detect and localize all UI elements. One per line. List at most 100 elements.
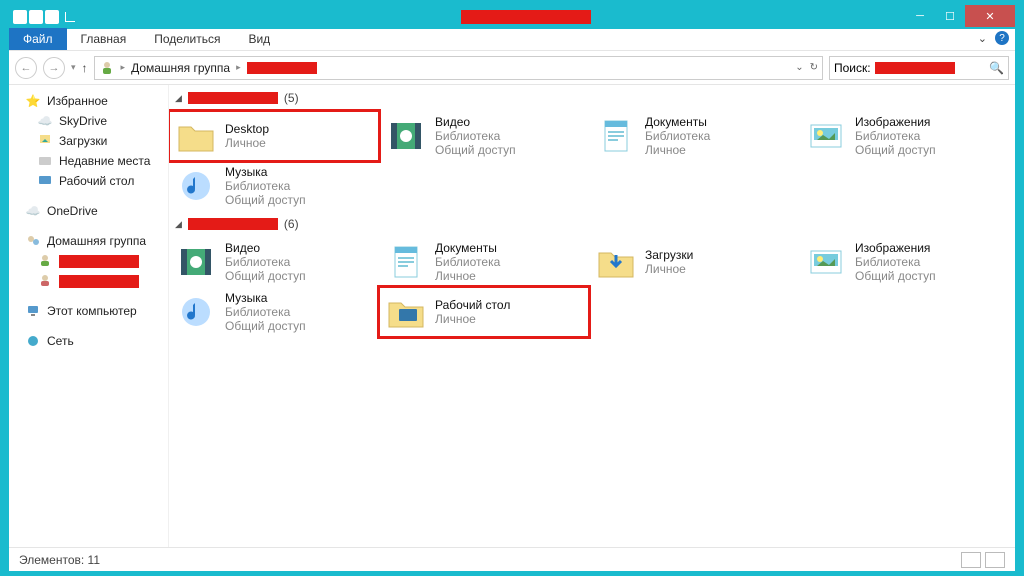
titlebar[interactable]: ─ ☐ ✕: [9, 5, 1015, 29]
doc-icon: [385, 241, 427, 283]
sidebar-label: OneDrive: [47, 204, 98, 218]
folder-item[interactable]: ВидеоБиблиотекаОбщий доступ: [379, 111, 589, 161]
item-name: Изображения: [855, 115, 936, 129]
group-header[interactable]: ◢(6): [169, 215, 1015, 233]
sidebar-favorites[interactable]: ⭐Избранное: [9, 91, 168, 111]
folder-item[interactable]: ЗагрузкиЛичное: [589, 237, 799, 287]
item-sub: Библиотека: [225, 305, 306, 319]
item-name: Изображения: [855, 241, 936, 255]
folder-item[interactable]: ВидеоБиблиотекаОбщий доступ: [169, 237, 379, 287]
folder-item[interactable]: ИзображенияБиблиотекаОбщий доступ: [799, 237, 1009, 287]
search-label: Поиск:: [834, 61, 871, 75]
item-sub: Общий доступ: [855, 269, 936, 283]
sidebar-label: Сеть: [47, 334, 74, 348]
item-sub: Библиотека: [435, 255, 500, 269]
sidebar-onedrive[interactable]: ☁️ OneDrive: [9, 201, 168, 221]
ribbon-tab[interactable]: Вид: [234, 28, 284, 50]
nav-bar: ← → ▾ ↑ ▸ Домашняя группа ▸ ⌄ ↻ Поиск: 🔍: [9, 51, 1015, 85]
search-icon[interactable]: 🔍: [989, 61, 1004, 75]
folder-item[interactable]: ДокументыБиблиотекаЛичное: [379, 237, 589, 287]
folder-item[interactable]: МузыкаБиблиотекаОбщий доступ: [169, 287, 379, 337]
collapse-icon[interactable]: ◢: [175, 93, 182, 104]
up-button[interactable]: ↑: [82, 61, 88, 75]
item-name: Документы: [435, 241, 500, 255]
sidebar-user-redacted[interactable]: [9, 271, 168, 291]
close-button[interactable]: ✕: [965, 5, 1015, 27]
folder-item[interactable]: ДокументыБиблиотекаЛичное: [589, 111, 799, 161]
item-name: Загрузки: [645, 248, 693, 262]
window-controls: ─ ☐ ✕: [905, 5, 1015, 27]
item-name: Desktop: [225, 122, 269, 136]
forward-button[interactable]: →: [43, 57, 65, 79]
sidebar-homegroup[interactable]: Домашняя группа: [9, 231, 168, 251]
item-sub: Личное: [645, 143, 710, 157]
item-sub: Библиотека: [435, 129, 516, 143]
recent-dropdown-icon[interactable]: ▾: [71, 62, 76, 73]
desk-icon: [385, 291, 427, 333]
group-header[interactable]: ◢ (5): [169, 89, 1015, 107]
qat: [9, 10, 75, 24]
chevron-right-icon[interactable]: ▸: [236, 62, 241, 73]
qat-icon[interactable]: [45, 10, 59, 24]
breadcrumb-redacted[interactable]: [247, 62, 317, 74]
chevron-right-icon[interactable]: ▸: [121, 62, 126, 73]
sidebar-label: Избранное: [47, 94, 108, 108]
sidebar-thispc[interactable]: Этот компьютер: [9, 301, 168, 321]
search-box[interactable]: Поиск: 🔍: [829, 56, 1009, 80]
cloud-icon: ☁️: [25, 203, 41, 219]
address-dropdown-icon[interactable]: ⌄: [795, 62, 803, 73]
view-icons-button[interactable]: [985, 552, 1005, 568]
item-name: Музыка: [225, 291, 306, 305]
img-icon: [805, 115, 847, 157]
sidebar-label: Загрузки: [59, 134, 107, 148]
nav-pane[interactable]: ⭐Избранное ☁️SkyDrive Загрузки Недавние …: [9, 85, 169, 547]
redacted: [59, 255, 139, 268]
address-bar[interactable]: ▸ Домашняя группа ▸ ⌄ ↻: [94, 56, 823, 80]
sidebar-user-redacted[interactable]: [9, 251, 168, 271]
cloud-icon: ☁️: [37, 113, 53, 129]
item-name: Видео: [435, 115, 516, 129]
back-button[interactable]: ←: [15, 57, 37, 79]
group-count: (5): [284, 91, 299, 105]
minimize-button[interactable]: ─: [905, 5, 935, 27]
qat-icon[interactable]: [29, 10, 43, 24]
ribbon-expand-icon[interactable]: ⌄: [978, 32, 987, 45]
collapse-icon[interactable]: ◢: [175, 219, 182, 230]
doc-icon: [595, 115, 637, 157]
folder-item[interactable]: Рабочий столЛичное: [379, 287, 589, 337]
view-switcher: [961, 552, 1005, 568]
sidebar-item-desktop[interactable]: Рабочий стол: [9, 171, 168, 191]
status-bar: Элементов: 11: [9, 547, 1015, 571]
recent-icon: [37, 153, 53, 169]
view-details-button[interactable]: [961, 552, 981, 568]
location-icon: [99, 60, 115, 76]
folder-item[interactable]: МузыкаБиблиотекаОбщий доступ: [169, 161, 379, 211]
item-sub: Библиотека: [225, 255, 306, 269]
sidebar-item-recent[interactable]: Недавние места: [9, 151, 168, 171]
ribbon-tab[interactable]: Поделиться: [140, 28, 234, 50]
item-sub: Библиотека: [855, 129, 936, 143]
folder-item[interactable]: DesktopЛичное: [169, 111, 379, 161]
maximize-button[interactable]: ☐: [935, 5, 965, 27]
help-icon[interactable]: ?: [995, 31, 1009, 45]
app-icon: [13, 10, 27, 24]
breadcrumb-item[interactable]: Домашняя группа: [131, 61, 230, 75]
sidebar-item-skydrive[interactable]: ☁️SkyDrive: [9, 111, 168, 131]
content-pane[interactable]: ◢(5)DesktopЛичноеВидеоБиблиотекаОбщий до…: [169, 85, 1015, 547]
dl-icon: [595, 241, 637, 283]
sidebar-item-downloads[interactable]: Загрузки: [9, 131, 168, 151]
sidebar-network[interactable]: Сеть: [9, 331, 168, 351]
item-name: Музыка: [225, 165, 306, 179]
refresh-icon[interactable]: ↻: [810, 62, 818, 73]
folder-item[interactable]: ИзображенияБиблиотекаОбщий доступ: [799, 111, 1009, 161]
pc-icon: [25, 303, 41, 319]
qat-dropdown-icon[interactable]: [65, 12, 75, 22]
item-name: Документы: [645, 115, 710, 129]
item-sub: Библиотека: [645, 129, 710, 143]
group-name-redacted: [188, 218, 278, 230]
ribbon-tab[interactable]: Главная: [67, 28, 141, 50]
item-name: Рабочий стол: [435, 298, 510, 312]
search-redacted: [875, 62, 955, 74]
file-tab[interactable]: Файл: [9, 28, 67, 50]
sidebar-label: Этот компьютер: [47, 304, 137, 318]
